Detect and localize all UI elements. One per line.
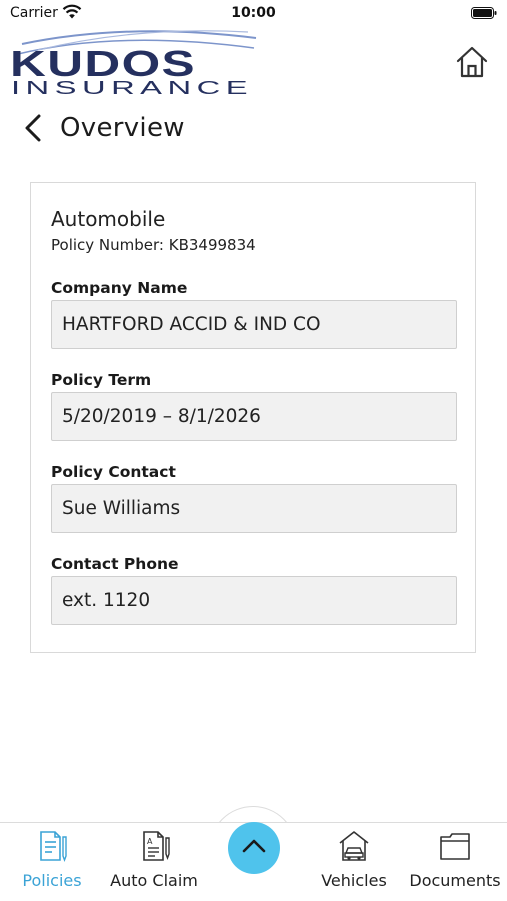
tab-documents[interactable]: Documents <box>406 823 504 901</box>
tab-vehicles[interactable]: Vehicles <box>312 823 396 901</box>
expand-menu-button[interactable] <box>228 822 280 874</box>
tab-policies[interactable]: Policies <box>10 823 94 901</box>
tab-auto-claim[interactable]: A Auto Claim <box>104 823 204 901</box>
company-name-label: Company Name <box>51 279 188 297</box>
tab-label-auto-claim: Auto Claim <box>110 871 198 890</box>
policy-number-row: Policy Number: KB3499834 <box>51 236 256 254</box>
policy-contact-field[interactable]: Sue Williams <box>51 484 457 533</box>
company-name-field[interactable]: HARTFORD ACCID & IND CO <box>51 300 457 349</box>
tab-label-vehicles: Vehicles <box>321 871 387 890</box>
tab-label-policies: Policies <box>22 871 82 890</box>
policy-number: KB3499834 <box>168 236 256 254</box>
policy-type: Automobile <box>51 207 166 231</box>
tab-label-documents: Documents <box>409 871 501 890</box>
contact-phone-label: Contact Phone <box>51 555 179 573</box>
chevron-up-icon <box>242 839 266 853</box>
auto-claim-icon: A <box>143 831 170 861</box>
documents-icon <box>440 833 470 860</box>
battery-icon <box>471 7 497 19</box>
contact-phone-field[interactable]: ext. 1120 <box>51 576 457 625</box>
policy-card: Automobile Policy Number: KB3499834 Comp… <box>30 182 476 653</box>
svg-text:A: A <box>147 837 153 846</box>
vehicles-icon <box>339 831 369 861</box>
policy-contact-label: Policy Contact <box>51 463 176 481</box>
policies-icon <box>40 831 67 862</box>
page-title: Overview <box>60 113 185 143</box>
home-icon[interactable] <box>455 44 489 80</box>
clock: 10:00 <box>231 5 276 21</box>
back-button[interactable]: Overview <box>22 108 185 148</box>
kudos-insurance-logo: KUDOS INSURANCE <box>10 30 257 98</box>
policy-term-label: Policy Term <box>51 371 152 389</box>
policy-term-field[interactable]: 5/20/2019 – 8/1/2026 <box>51 392 457 441</box>
chevron-left-icon <box>25 114 41 142</box>
svg-text:INSURANCE: INSURANCE <box>11 78 253 98</box>
policy-number-label: Policy Number: <box>51 236 164 254</box>
